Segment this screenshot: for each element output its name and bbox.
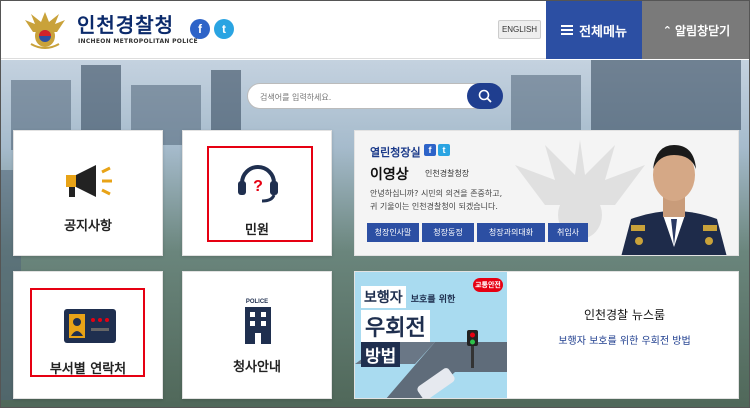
chief-message-line2: 귀 기울이는 인천경찰청이 되겠습니다.	[370, 202, 498, 211]
chief-greeting-link[interactable]: 청장인사말	[367, 223, 419, 242]
chief-role: 인천경찰청장	[425, 169, 470, 178]
news-headline-line1: 보행자 보호를 위한	[361, 286, 455, 308]
police-sign-text: POLICE	[245, 299, 269, 305]
search-button[interactable]	[467, 83, 503, 109]
notice-tile[interactable]: 공지사항	[13, 130, 163, 256]
chief-office-title[interactable]: 열린청장실	[370, 144, 421, 160]
chief-links: 청장인사말 청장동정 청장과의대화 취임사	[367, 223, 588, 242]
news-headline-line2: 우회전	[361, 310, 430, 342]
chief-dialogue-link[interactable]: 청장과의대화	[477, 223, 545, 242]
police-building-icon	[245, 307, 271, 344]
close-notice-button[interactable]: ⌃ 알림창닫기	[642, 1, 749, 59]
chevron-up-icon: ⌃	[662, 23, 672, 37]
chief-name: 이영상	[370, 167, 409, 183]
close-notice-label: 알림창닫기	[675, 23, 731, 38]
site-subtitle: INCHEON METROPOLITAN POLICE	[78, 38, 198, 45]
building-guide-tile[interactable]: POLICE 청사안내	[182, 271, 332, 399]
notice-label: 공지사항	[64, 219, 112, 234]
newsroom-article-link[interactable]: 보행자 보호를 위한 우회전 방법	[527, 332, 722, 347]
site-header: 인천경찰청 INCHEON METROPOLITAN POLICE f t EN…	[1, 1, 749, 59]
chief-portrait	[621, 145, 727, 255]
twitter-icon[interactable]: t	[214, 19, 234, 39]
news-badge: 교통안전	[473, 278, 503, 292]
chief-facebook-icon[interactable]: f	[424, 144, 436, 156]
chief-activities-link[interactable]: 청장동정	[422, 223, 474, 242]
hamburger-icon	[561, 25, 574, 35]
search-bar	[247, 83, 503, 109]
news-headline-line1-a: 보행자	[361, 286, 406, 308]
newsroom-title: 인천경찰 뉴스룸	[583, 308, 666, 322]
chief-twitter-icon[interactable]: t	[438, 144, 450, 156]
news-headline-line1-b: 보호를 위한	[410, 295, 456, 305]
english-button[interactable]: ENGLISH	[498, 20, 541, 39]
chief-office-panel: 열린청장실 f t 이영상 인천경찰청장 안녕하십니까? 시민의 의견을 존중하…	[354, 130, 739, 256]
search-input[interactable]	[260, 88, 460, 106]
full-menu-label: 전체메뉴	[579, 24, 627, 40]
full-menu-button[interactable]: 전체메뉴	[546, 1, 642, 59]
chief-inauguration-link[interactable]: 취임사	[548, 223, 588, 242]
search-icon	[478, 89, 492, 103]
chief-message-line1: 안녕하십니까? 시민의 의견을 존중하고,	[370, 189, 503, 198]
site-title[interactable]: 인천경찰청	[77, 9, 174, 38]
megaphone-icon	[66, 165, 112, 197]
news-headline-line3: 방법	[361, 342, 401, 367]
highlight-box-dept-contact	[30, 288, 145, 377]
page-frame: 인천경찰청 INCHEON METROPOLITAN POLICE f t EN…	[0, 0, 750, 408]
news-thumbnail[interactable]: 교통안전 보행자 보호를 위한 우회전 방법	[355, 272, 507, 398]
newsroom-panel[interactable]: 교통안전 보행자 보호를 위한 우회전 방법 인천경찰 뉴스룸 보행자 보호를 …	[354, 271, 739, 399]
building-guide-label: 청사안내	[233, 360, 281, 375]
facebook-icon[interactable]: f	[190, 19, 210, 39]
police-emblem-icon[interactable]	[21, 10, 69, 50]
highlight-box-civil	[207, 146, 313, 242]
chief-message: 안녕하십니까? 시민의 의견을 존중하고, 귀 기울이는 인천경찰청이 되겠습니…	[370, 187, 502, 213]
